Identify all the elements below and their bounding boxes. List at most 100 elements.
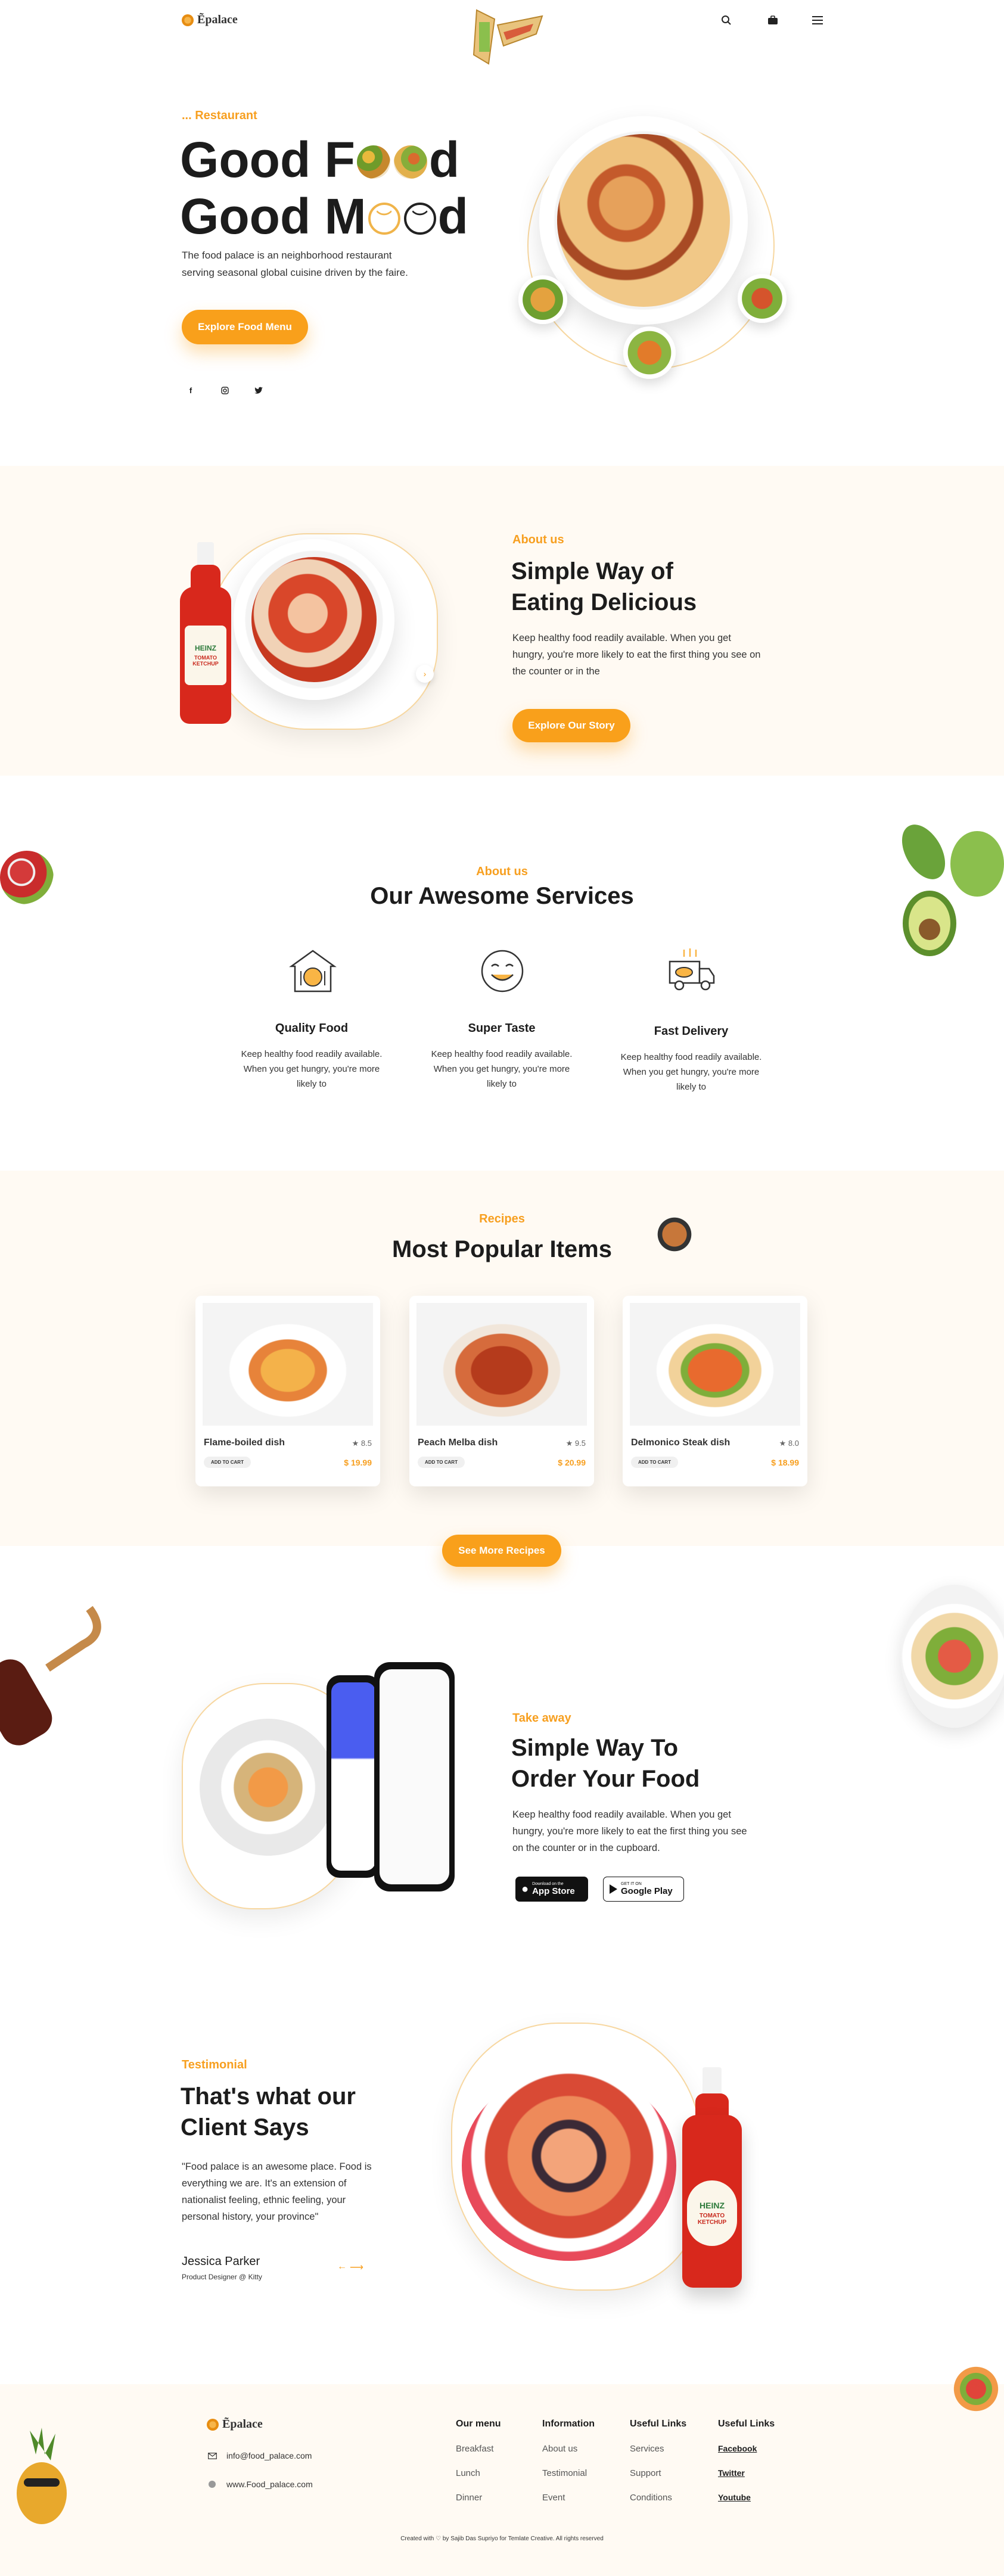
twitter-icon[interactable] [253,384,265,396]
menu-icon[interactable] [810,13,825,27]
recipe-rating: ★ 8.0 [779,1439,799,1448]
salad-bowl-decoration [901,1585,1004,1728]
about-title-line1: Simple Way of [511,558,673,584]
veggie-plate-icon-2 [393,145,427,179]
pineapple-decoration [0,2425,83,2526]
recipe-name: Peach Melba dish [418,1438,498,1448]
add-to-cart-button[interactable]: ADD TO CART [631,1457,678,1468]
veggie-plate-icon [356,145,390,179]
about-tag: About us [512,533,564,546]
side-dish-right [738,274,787,323]
heart-fruit-decoration [951,2364,1001,2414]
testimonial-name: Jessica Parker [182,2255,260,2268]
footer-email[interactable]: info@food_palace.com [226,2451,312,2460]
explore-our-story-button[interactable]: Explore Our Story [512,709,630,742]
services-tag: About us [476,865,528,878]
footer-link[interactable]: Support [630,2468,661,2478]
phone-screen-back [331,1682,375,1871]
side-dish-bottom [623,326,676,379]
seafood-pasta-image [462,2070,676,2261]
mail-icon [207,2451,217,2460]
noodle-bowl-decoration [655,1215,694,1253]
testimonial-quote: "Food palace is an awesome place. Food i… [182,2161,372,2223]
footer-col-social-title: Useful Links [718,2419,775,2429]
popular-tag: Recipes [479,1212,525,1225]
logo-icon [207,2418,219,2431]
footer-link[interactable]: Lunch [456,2468,480,2478]
footer-logo[interactable]: Ẽpalace [207,2418,263,2431]
apple-icon: ● [521,1883,529,1896]
app-title-line1: Simple Way To [511,1735,679,1761]
footer-twitter-link[interactable]: Twitter [718,2468,745,2478]
fast-delivery-icon [665,946,719,996]
app-store-button[interactable]: ● Download on the App Store [515,1877,588,1902]
recipe-card[interactable]: Flame-boiled dish ★ 8.5 ADD TO CART $ 19… [195,1296,380,1486]
hero-description: The food palace is an neighborhood resta… [182,250,408,278]
google-play-button[interactable]: GET IT ON Google Play [603,1877,684,1902]
bag-icon[interactable] [766,13,780,27]
explore-food-menu-button[interactable]: Explore Food Menu [182,310,308,344]
footer-link[interactable]: Event [542,2493,565,2503]
footer-youtube-link[interactable]: Youtube [718,2493,751,2502]
prev-arrow-icon[interactable]: ← [337,2261,347,2272]
granola-bowl-image [200,1719,337,1856]
logo[interactable]: Ẽpalace [182,13,238,27]
search-icon[interactable] [719,13,733,27]
super-taste-icon [475,947,529,995]
footer-col-useful-title: Useful Links [630,2419,687,2429]
popular-title: Most Popular Items [392,1236,612,1262]
testimonial-title-line1: That's what our [181,2083,356,2110]
services-title: Our Awesome Services [370,883,634,909]
instagram-icon[interactable] [219,384,231,396]
recipe-name: Flame-boiled dish [204,1438,285,1448]
recipe-card[interactable]: Peach Melba dish ★ 9.5 ADD TO CART $ 20.… [409,1296,594,1486]
add-to-cart-button[interactable]: ADD TO CART [204,1457,251,1468]
globe-icon [207,2479,217,2489]
recipe-image [203,1303,373,1426]
play-icon [610,1884,617,1894]
footer-link[interactable]: Testimonial [542,2468,587,2478]
footer-link[interactable]: Breakfast [456,2444,493,2454]
recipe-image [416,1303,587,1426]
smile-icon: ︶ [368,203,400,235]
recipe-rating: ★ 8.5 [352,1439,372,1448]
side-dish-left [518,275,567,324]
footer-link[interactable]: About us [542,2444,577,2454]
facebook-icon[interactable]: f [185,384,197,396]
hero-tag: ... Restaurant [182,109,257,122]
cola-splash-decoration [0,1597,119,1751]
service-text-delivery: Keep healthy food readily available. Whe… [620,1052,762,1092]
hero-title-line2: Good M ︶ ︶ d [180,188,468,244]
app-description: Keep healthy food readily available. Whe… [512,1809,747,1854]
bottle-brand: HEINZ [195,644,216,652]
hero-title-line1: Good F d [180,132,460,188]
recipe-card[interactable]: Delmonico Steak dish ★ 8.0 ADD TO CART $… [623,1296,807,1486]
footer-col-menu-title: Our menu [456,2419,501,2429]
service-title-delivery: Fast Delivery [654,1025,729,1038]
about-plate-arrow[interactable]: › [416,665,434,683]
footer-website[interactable]: www.Food_palace.com [226,2479,313,2489]
recipe-price: $ 19.99 [344,1458,372,1467]
add-to-cart-button[interactable]: ADD TO CART [418,1457,465,1468]
recipe-rating: ★ 9.5 [565,1439,586,1448]
testimonial-tag: Testimonial [182,2058,247,2071]
logo-text: Ẽpalace [197,13,238,26]
footer-link[interactable]: Services [630,2444,664,2454]
bottle-label: TOMATO KETCHUP [192,655,219,667]
logo-text: Ẽpalace [222,2418,263,2431]
about-title-line2: Eating Delicious [511,589,697,615]
footer-facebook-link[interactable]: Facebook [718,2444,757,2453]
testimonial-title-line2: Client Says [181,2114,309,2141]
footer-link[interactable]: Conditions [630,2493,672,2503]
see-more-recipes-button[interactable]: See More Recipes [442,1535,561,1567]
next-arrow-icon[interactable]: ⟶ [350,2261,363,2273]
bottle-brand: HEINZ [700,2201,725,2210]
bottle-label: TOMATO KETCHUP [697,2213,727,2226]
logo-icon [182,14,194,26]
recipe-image [630,1303,800,1426]
service-text-quality: Keep healthy food readily available. Whe… [241,1049,383,1089]
app-tag: Take away [512,1712,571,1725]
footer-link[interactable]: Dinner [456,2493,482,2503]
service-title-taste: Super Taste [468,1022,536,1035]
footer-col-info-title: Information [542,2419,595,2429]
